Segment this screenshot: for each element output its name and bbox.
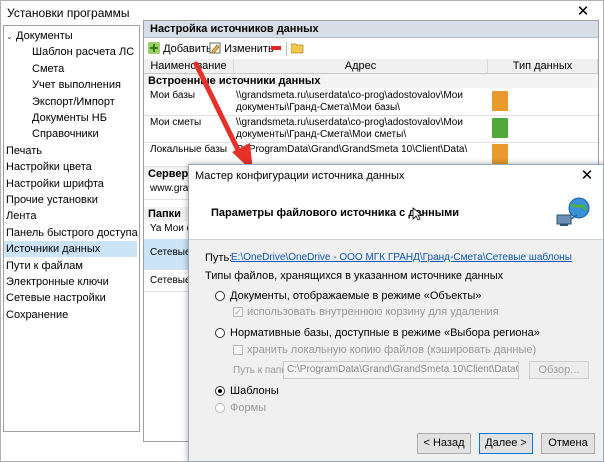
- tree-item-label: Шаблон расчета ЛС: [32, 46, 135, 59]
- tree-item-label: Сетевые настройки: [6, 292, 106, 305]
- tree-item[interactable]: Смета: [4, 61, 137, 77]
- tree-item-label: Лента: [6, 210, 37, 223]
- toolbar-separator: [286, 42, 287, 56]
- table-row[interactable]: Мои базы \\grandsmeta.ru\userdata\co-pro…: [144, 88, 598, 116]
- delete-button[interactable]: [270, 40, 282, 58]
- trash-checkbox[interactable]: ✓: [233, 307, 243, 317]
- dialog-banner: Параметры файлового источника с данными: [189, 187, 603, 240]
- tree-item[interactable]: Панель быстрого доступа: [4, 225, 138, 241]
- row-address: \\grandsmeta.ru\userdata\co-prog\adostov…: [236, 117, 463, 140]
- tree-item[interactable]: Прочие установки: [4, 192, 137, 208]
- tree-item[interactable]: Электронные ключи: [4, 274, 137, 290]
- forms-radio-label: Формы: [230, 402, 267, 414]
- tree-item[interactable]: Справочники: [4, 126, 137, 142]
- tree-item-label: Учет выполнения: [32, 79, 121, 92]
- trash-checkbox-label: использовать внутреннюю корзину для удал…: [247, 306, 499, 318]
- row-name: Сетевые: [150, 275, 191, 286]
- add-icon: [148, 42, 160, 54]
- database-icon: [492, 144, 508, 164]
- tree-item[interactable]: Пути к файлам: [4, 258, 137, 274]
- cache-checkbox[interactable]: [233, 345, 243, 355]
- tree-item[interactable]: Сетевые настройки: [4, 290, 137, 306]
- tree-item-label: Сохранение: [6, 308, 69, 321]
- tree-item-label: Смета: [32, 62, 65, 75]
- path-link[interactable]: E:\OneDrive\OneDrive - ООО МГК ГРАНД\Гра…: [231, 252, 572, 263]
- group-builtin-sources: Встроенные источники данных: [144, 74, 598, 88]
- folder-icon: [290, 43, 304, 54]
- tree-item-label: Экспорт/Импорт: [32, 95, 115, 108]
- cancel-button[interactable]: Отмена: [541, 433, 595, 454]
- tree-item[interactable]: Учет выполнения: [4, 77, 137, 93]
- row-name: Мои базы: [150, 90, 196, 101]
- tree-item-label: Настройки цвета: [6, 161, 92, 174]
- dialog-title-bar: Мастер конфигурации источника данных ✕: [189, 165, 603, 188]
- tree-item[interactable]: Печать: [4, 143, 137, 159]
- tree-item-label: Электронные ключи: [6, 276, 109, 288]
- browse-button[interactable]: Обзор...: [529, 361, 589, 379]
- tree-item-label: Пути к файлам: [6, 259, 83, 272]
- panel-title: Настройка источников данных: [144, 21, 598, 38]
- tree-item[interactable]: Источники данных: [4, 241, 137, 258]
- cache-path-field[interactable]: C:\ProgramData\Grand\GrandSmeta 10\Clien…: [283, 361, 519, 379]
- tree-item[interactable]: ⌄ Документы: [4, 28, 137, 44]
- add-button-label: Добавить: [163, 43, 212, 55]
- file-types-label: Типы файлов, хранящихся в указанном исто…: [205, 270, 504, 282]
- add-button[interactable]: Добавить: [148, 40, 212, 58]
- chevron-down-icon[interactable]: ⌄: [6, 29, 16, 45]
- tree-item-label: Панель быстрого доступа: [6, 226, 138, 239]
- tree-item[interactable]: Настройки цвета: [4, 159, 137, 175]
- next-button[interactable]: Далее >: [479, 433, 533, 454]
- tree-item[interactable]: Лента: [4, 208, 137, 224]
- tree-item[interactable]: Экспорт/Импорт: [4, 94, 137, 110]
- settings-tree: ⌄ Документы Шаблон расчета ЛС Смета Учет вып…: [3, 25, 140, 432]
- tree-item[interactable]: Сохранение: [4, 307, 137, 323]
- normative-radio-label: Нормативные базы, доступные в режиме «Вы…: [230, 327, 540, 339]
- delete-icon: [271, 46, 281, 50]
- tree-item-label: Документы: [16, 30, 73, 42]
- path-label: Путь:: [205, 252, 233, 264]
- row-address: \\grandsmeta.ru\userdata\co-prog\adostov…: [236, 90, 463, 113]
- row-name: Сетевые: [150, 247, 191, 258]
- tree-item-label: Документы НБ: [32, 112, 107, 124]
- config-wizard-dialog: Мастер конфигурации источника данных ✕ П…: [188, 164, 604, 462]
- templates-radio[interactable]: [215, 386, 225, 396]
- estimates-icon: [492, 118, 508, 138]
- tree-item[interactable]: Шаблон расчета ЛС: [4, 44, 137, 60]
- tree-item[interactable]: Документы НБ: [4, 110, 137, 126]
- documents-radio-label: Документы, отображаемые в режиме «Объект…: [230, 290, 482, 302]
- window-title: Установки программы: [7, 6, 130, 20]
- row-name: Мои сметы: [150, 117, 202, 128]
- tree-item-label: Справочники: [32, 128, 99, 141]
- cursor-icon: [412, 207, 422, 221]
- network-globe-icon: [556, 197, 590, 226]
- tree-item-label: Настройки шрифта: [6, 177, 104, 190]
- tree-item[interactable]: Настройки шрифта: [4, 176, 137, 192]
- edit-button[interactable]: Изменить: [209, 40, 274, 58]
- tree-item-label: Прочие установки: [6, 194, 98, 206]
- column-header-type[interactable]: Тип данных: [488, 59, 598, 74]
- edit-button-label: Изменить: [224, 43, 274, 55]
- tree-item-label: Источники данных: [6, 243, 101, 256]
- forms-radio[interactable]: [215, 403, 225, 413]
- documents-radio[interactable]: [215, 291, 225, 301]
- column-header-name[interactable]: Наименование: [144, 59, 234, 74]
- row-address: C:\ProgramData\Grand\GrandSmeta 10\Clien…: [236, 144, 468, 155]
- templates-radio-label: Шаблоны: [230, 385, 279, 397]
- dialog-title: Мастер конфигурации источника данных: [195, 170, 405, 182]
- normative-radio[interactable]: [215, 328, 225, 338]
- close-window-button[interactable]: ✕: [573, 3, 593, 21]
- tree-item-label: Печать: [6, 144, 43, 157]
- close-dialog-button[interactable]: ✕: [577, 167, 597, 185]
- database-icon: [492, 91, 508, 111]
- column-header-address[interactable]: Адрес: [234, 59, 488, 74]
- back-button[interactable]: < Назад: [417, 433, 471, 454]
- cache-checkbox-label: хранить локальную копию файлов (кэширова…: [247, 344, 537, 356]
- row-name: Локальные базы: [150, 144, 228, 155]
- open-folder-button[interactable]: [290, 40, 304, 58]
- edit-icon: [209, 42, 221, 54]
- table-row[interactable]: Мои сметы \\grandsmeta.ru\userdata\co-pr…: [144, 115, 598, 143]
